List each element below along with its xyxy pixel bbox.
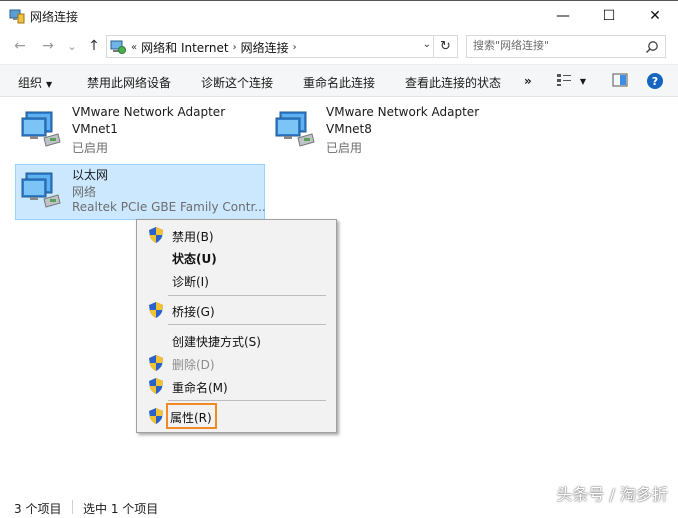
- search-input[interactable]: [473, 39, 643, 52]
- menu-item-rename[interactable]: 重命名(M): [139, 375, 334, 397]
- forward-button[interactable]: →: [40, 38, 56, 54]
- diagnose-button[interactable]: 诊断这个连接: [201, 74, 273, 91]
- menu-item-disable[interactable]: 禁用(B): [139, 224, 334, 246]
- address-dropdown-icon[interactable]: ⌄: [423, 39, 431, 50]
- menu-item-create-shortcut[interactable]: 创建快捷方式(S): [139, 329, 334, 351]
- menu-item-label: 诊断(I): [172, 275, 209, 289]
- connection-status: 已启用: [326, 141, 363, 155]
- organize-label: 组织: [18, 76, 43, 90]
- address-field[interactable]: « 网络和 Internet › 网络连接 › ⌄ ↻: [106, 35, 458, 58]
- menu-item-label: 桥接(G): [172, 305, 215, 319]
- breadcrumb-chevron-icon[interactable]: ›: [233, 42, 237, 53]
- watermark: 头条号 / 淘多折: [556, 485, 668, 504]
- rename-button[interactable]: 重命名此连接: [303, 74, 375, 91]
- uac-shield-icon: [149, 378, 163, 394]
- network-item-ethernet[interactable]: 以太网 网络 Realtek PCIe GBE Family Contr...: [15, 164, 266, 220]
- refresh-button[interactable]: ↻: [433, 36, 457, 57]
- help-icon: ?: [647, 73, 663, 89]
- menu-item-diagnose[interactable]: 诊断(I): [139, 269, 334, 291]
- context-menu: 禁用(B) 状态(U) 诊断(I) 桥接(G) 创建快捷方式(S) 删除(D) …: [136, 219, 337, 433]
- item-count: 3 个项目: [14, 502, 62, 516]
- menu-separator: [168, 324, 326, 325]
- menu-item-label: 禁用(B): [172, 230, 214, 244]
- breadcrumb-chevron-icon[interactable]: ›: [293, 42, 297, 53]
- menu-item-label: 删除(D): [172, 358, 215, 372]
- breadcrumb: « 网络和 Internet › 网络连接 ›: [131, 39, 297, 56]
- connection-status: 已启用: [72, 141, 109, 155]
- menu-item-status[interactable]: 状态(U): [139, 246, 334, 268]
- minimize-button[interactable]: —: [540, 1, 586, 31]
- menu-separator: [168, 400, 326, 401]
- disable-device-button[interactable]: 禁用此网络设备: [87, 74, 171, 91]
- selection-count: 选中 1 个项目: [83, 502, 159, 516]
- network-adapter-icon: [275, 111, 315, 147]
- connection-name: VMware Network Adapter: [326, 105, 480, 119]
- menu-item-properties[interactable]: 属性(R): [166, 403, 217, 429]
- maximize-button[interactable]: ☐: [586, 1, 632, 31]
- chevron-down-icon: ▼: [46, 80, 53, 89]
- uac-shield-icon: [149, 355, 163, 371]
- network-item-vmnet8[interactable]: VMware Network Adapter VMnet8 已启用: [270, 104, 510, 158]
- view-options-button[interactable]: ▼: [556, 73, 586, 90]
- network-adapter-icon: [21, 111, 61, 147]
- recent-locations-button[interactable]: ⌄: [64, 38, 80, 54]
- breadcrumb-item[interactable]: 网络和 Internet: [141, 39, 228, 56]
- menu-item-delete: 删除(D): [139, 352, 334, 374]
- menu-separator: [168, 295, 326, 296]
- up-button[interactable]: ↑: [86, 38, 102, 54]
- window-title: 网络连接: [30, 10, 79, 24]
- uac-shield-icon: [149, 408, 163, 424]
- connection-name: 以太网: [72, 168, 109, 182]
- menu-item-bridge[interactable]: 桥接(G): [139, 299, 334, 321]
- network-item-vmnet1[interactable]: VMware Network Adapter VMnet1 已启用: [16, 104, 256, 158]
- control-panel-icon: [110, 40, 126, 54]
- more-commands-button[interactable]: »: [524, 74, 532, 88]
- uac-shield-icon: [149, 302, 163, 318]
- preview-pane-icon: [612, 73, 628, 87]
- close-button[interactable]: ✕: [632, 1, 678, 31]
- view-status-button[interactable]: 查看此连接的状态: [405, 74, 501, 91]
- breadcrumb-item[interactable]: 网络连接: [241, 39, 289, 56]
- organize-menu[interactable]: 组织 ▼: [18, 74, 52, 91]
- menu-item-label: 创建快捷方式(S): [172, 335, 261, 349]
- menu-item-label: 属性(R): [170, 411, 212, 425]
- preview-pane-button[interactable]: [612, 73, 628, 90]
- title-bar: 网络连接 — ☐ ✕: [0, 0, 678, 30]
- svg-text:?: ?: [652, 75, 658, 88]
- connection-network: 网络: [72, 185, 97, 199]
- search-box[interactable]: [466, 35, 666, 58]
- ethernet-adapter-icon: [21, 172, 61, 208]
- menu-item-label: 状态(U): [172, 252, 217, 266]
- help-button[interactable]: ?: [646, 72, 664, 93]
- menu-item-properties-shield-wrap: [139, 405, 168, 427]
- chevron-down-icon: ▼: [579, 77, 586, 86]
- search-icon[interactable]: [645, 40, 659, 54]
- command-bar: 组织 ▼ 禁用此网络设备 诊断这个连接 重命名此连接 查看此连接的状态 » ▼ ?: [0, 64, 678, 97]
- view-details-icon: [557, 74, 571, 86]
- back-button[interactable]: ←: [12, 38, 28, 54]
- connection-network: VMnet8: [326, 122, 372, 136]
- connection-network: VMnet1: [72, 122, 118, 136]
- network-connections-icon: [9, 9, 25, 24]
- connection-device: Realtek PCIe GBE Family Contr...: [72, 200, 266, 214]
- breadcrumb-overflow[interactable]: «: [131, 42, 137, 53]
- status-divider: [72, 500, 73, 514]
- menu-item-label: 重命名(M): [172, 381, 228, 395]
- connection-name: VMware Network Adapter: [72, 105, 226, 119]
- uac-shield-icon: [149, 227, 163, 243]
- address-bar: ← → ⌄ ↑ « 网络和 Internet › 网络连接 › ⌄ ↻: [0, 30, 678, 62]
